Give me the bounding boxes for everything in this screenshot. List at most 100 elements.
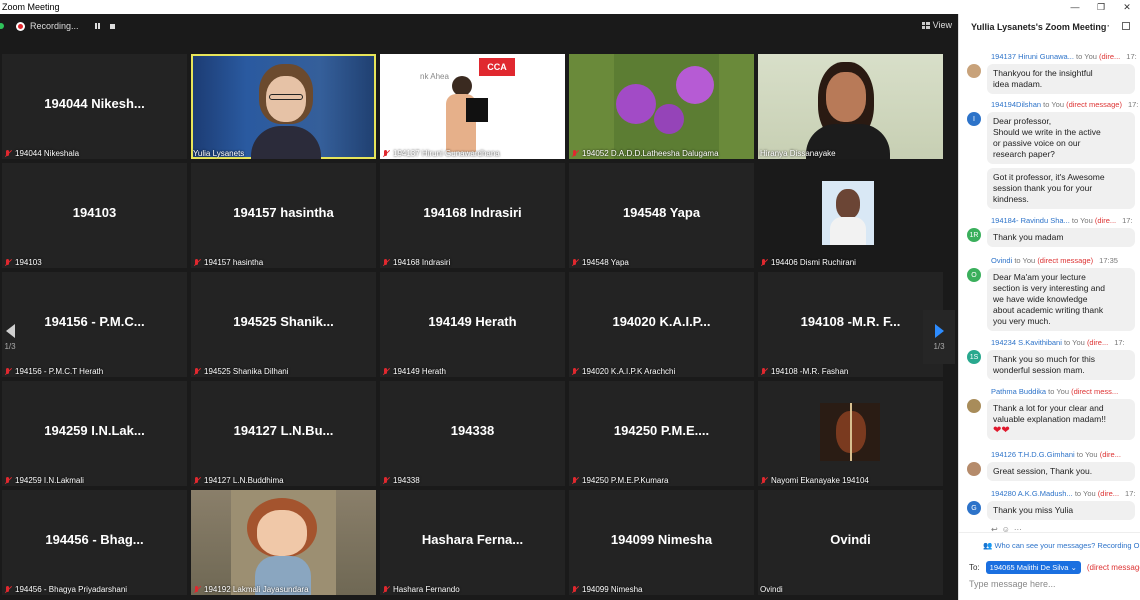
message-recipient: to You [1041, 100, 1064, 109]
participant-tile[interactable]: Yulia Lysanets [191, 54, 376, 159]
chat-input[interactable]: Type message here... [969, 579, 1056, 589]
participant-tile[interactable]: 194250 P.M.E.... 194250 P.M.E.P.Kumara [569, 381, 754, 486]
participant-name-large: 194250 P.M.E.... [613, 423, 710, 438]
message-line: Dear Ma'am your lecture [993, 272, 1086, 282]
mic-muted-icon [571, 367, 579, 376]
participant-name: Ovindi [760, 585, 783, 594]
participant-name: 194156 - P.M.C.T Herath [15, 367, 104, 376]
message-line: Thankyou for the insightful [993, 68, 1093, 78]
participant-caption: Ovindi [760, 585, 783, 594]
avatar[interactable]: 1S [967, 350, 981, 364]
participant-tile[interactable]: 194149 Herath 194149 Herath [380, 272, 565, 377]
participant-tile[interactable]: 194168 Indrasiri 194168 Indrasiri [380, 163, 565, 268]
participant-tile[interactable]: 194548 Yapa 194548 Yapa [569, 163, 754, 268]
stop-recording-icon[interactable] [109, 23, 115, 29]
reply-icon[interactable]: ↩ [991, 525, 998, 534]
popout-icon[interactable] [1122, 22, 1130, 30]
zoom-app: Zoom Meeting — ❐ ✕ Recording... View 194… [0, 0, 1140, 600]
minimize-button[interactable]: — [1062, 2, 1088, 13]
participant-tile[interactable]: 194127 L.N.Bu... 194127 L.N.Buddhima [191, 381, 376, 486]
security-shield-icon[interactable] [0, 23, 4, 29]
participant-tile[interactable]: 194099 Nimesha 194099 Nimesha [569, 490, 754, 595]
avatar[interactable] [967, 462, 981, 476]
participant-name: 194044 Nikeshala [15, 149, 80, 158]
avatar[interactable]: O [967, 268, 981, 282]
message-bubble: Thank you madam [987, 228, 1135, 247]
more-icon[interactable]: ··· [1014, 525, 1022, 534]
maximize-button[interactable]: ❐ [1088, 2, 1114, 13]
message-time: 17: [1126, 52, 1137, 61]
participant-tile[interactable]: 194108 -M.R. F... 194108 -M.R. Fashan [758, 272, 943, 377]
participant-name: Hashara Fernando [393, 585, 460, 594]
participant-tile[interactable]: 194044 Nikesh... 194044 Nikeshala [2, 54, 187, 159]
mic-muted-icon [571, 149, 579, 158]
avatar[interactable] [967, 399, 981, 413]
previous-page-button[interactable]: 1/3 [0, 310, 20, 364]
participant-tile[interactable]: 194525 Shanik... 194525 Shanika Dilhani [191, 272, 376, 377]
message-line: idea madam. [993, 79, 1043, 89]
who-can-see-link[interactable]: 👥 Who can see your messages? Recording O… [983, 541, 1140, 550]
emoji-icon[interactable]: ☺ [1002, 525, 1010, 534]
participant-name-large: 194259 I.N.Lak... [44, 423, 145, 438]
message-line: section is very interesting and [993, 283, 1105, 293]
participant-caption: 194137 Hiruni Gunawardhana [382, 149, 500, 158]
message-bubble: Thankyou for the insightful idea madam. [987, 64, 1135, 94]
participant-name: 194456 - Bhagya Priyadarshani [15, 585, 128, 594]
participant-name-large: 194157 hasintha [233, 205, 334, 220]
participant-tile[interactable]: Ovindi Ovindi [758, 490, 943, 595]
mic-muted-icon [571, 476, 579, 485]
message-line: valuable explanation madam!! [993, 414, 1106, 424]
message-bubble: Dear Ma'am your lecture section is very i… [987, 268, 1135, 331]
participant-name-large: 194156 - P.M.C... [44, 314, 145, 329]
participant-tile[interactable]: CCA nk Ahea 194137 Hiruni Gunawardhana [380, 54, 565, 159]
more-options-icon[interactable]: ··· [1101, 21, 1110, 31]
view-button[interactable]: View [921, 20, 952, 30]
participant-tile[interactable]: Nayomi Ekanayake 194104 [758, 381, 943, 486]
participant-tile[interactable]: 194103 194103 [2, 163, 187, 268]
participant-tile[interactable]: 194052 D.A.D.D.Latheesha Dalugama [569, 54, 754, 159]
message-meta: 194126 T.H.D.G.Gimhani to You (dire... [991, 450, 1127, 459]
message-line: research paper? [993, 149, 1055, 159]
participant-tile[interactable]: 194456 - Bhag... 194456 - Bhagya Priyadar… [2, 490, 187, 595]
participant-tile[interactable]: Hiranya Dissanayake [758, 54, 943, 159]
participant-name-large: Ovindi [830, 532, 871, 547]
message-dm-tag: (dire... [1086, 338, 1109, 347]
message-line: Dear professor, [993, 116, 1052, 126]
message-line: ❤❤ [993, 425, 1010, 436]
participant-tile[interactable]: 194259 I.N.Lak... 194259 I.N.Lakmali [2, 381, 187, 486]
video-feed [758, 54, 943, 159]
participant-tile[interactable]: Hashara Ferna... Hashara Fernando [380, 490, 565, 595]
participant-caption: 194099 Nimesha [571, 585, 642, 594]
participant-tile[interactable]: 194020 K.A.I.P... 194020 K.A.I.P.K Arachc… [569, 272, 754, 377]
participant-tile[interactable]: 194157 hasintha 194157 hasintha [191, 163, 376, 268]
participant-caption: 194149 Herath [382, 367, 446, 376]
participant-name: 194149 Herath [393, 367, 446, 376]
chat-compose: ↩ ☺ ··· 👥 Who can see your messages? Rec… [959, 525, 1140, 600]
message-time: 17: [1122, 216, 1133, 225]
participant-tile[interactable]: 194192 Lakmali Jayasundara [191, 490, 376, 595]
participant-caption: 194052 D.A.D.D.Latheesha Dalugama [571, 149, 719, 158]
participant-name-large: 194044 Nikesh... [44, 96, 145, 111]
pause-recording-icon[interactable] [94, 23, 100, 29]
mic-muted-icon [760, 476, 768, 485]
next-page-button[interactable]: 1/3 [923, 310, 955, 364]
page-indicator-right: 1/3 [933, 341, 945, 351]
message-bubble: Thank a lot for your clear and valuable e… [987, 399, 1135, 440]
participant-tile[interactable]: 194338 194338 [380, 381, 565, 486]
message-line: Thank you so much for this [993, 354, 1096, 364]
participant-tile[interactable]: 194156 - P.M.C... 194156 - P.M.C.T Herath [2, 272, 187, 377]
participant-tile[interactable]: 194406 Dismi Ruchirani [758, 163, 943, 268]
participant-caption: 194525 Shanika Dilhani [193, 367, 289, 376]
recipient-name: 194065 Malithi De Silva [989, 563, 1069, 572]
who-can-see-text: Who can see your messages? Recording On [994, 541, 1140, 550]
avatar[interactable]: 1R [967, 228, 981, 242]
recipient-dropdown[interactable]: 194065 Malithi De Silva ⌄ [985, 561, 1081, 574]
avatar[interactable]: I [967, 112, 981, 126]
avatar[interactable] [967, 64, 981, 78]
close-button[interactable]: ✕ [1114, 2, 1140, 13]
mic-muted-icon [4, 258, 12, 267]
avatar-initials: 1S [969, 353, 979, 361]
avatar[interactable]: G [967, 501, 981, 515]
chat-panel: Yullia Lysanets's Zoom Meeting ··· 19413… [958, 14, 1140, 600]
participant-caption: 194338 [382, 476, 420, 485]
